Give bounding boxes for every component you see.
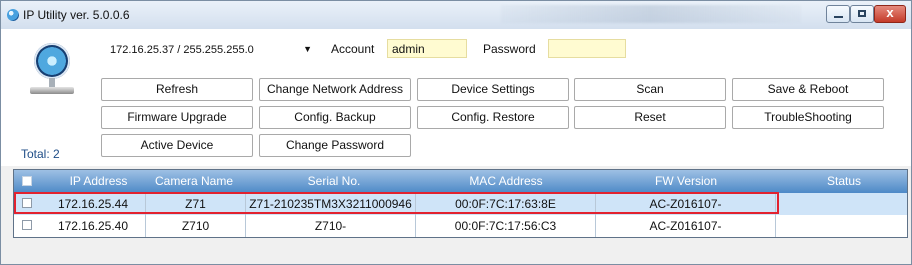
fw-version-column-header[interactable]: FW Version: [636, 174, 736, 188]
ip-address-column-header[interactable]: IP Address: [56, 174, 141, 188]
camera-name-column-header[interactable]: Camera Name: [149, 174, 239, 188]
row-checkbox[interactable]: [22, 220, 32, 230]
blurred-background-titlebar: [501, 5, 801, 23]
camera-base-icon: [30, 87, 74, 94]
close-button[interactable]: x: [874, 5, 906, 23]
password-label: Password: [483, 42, 536, 56]
device-total-count: Total: 2: [21, 147, 60, 161]
refresh-button[interactable]: Refresh: [101, 78, 253, 101]
config-backup-button[interactable]: Config. Backup: [259, 106, 411, 129]
reset-button[interactable]: Reset: [574, 106, 726, 129]
device-settings-button[interactable]: Device Settings: [417, 78, 569, 101]
network-interface-select[interactable]: 172.16.25.37 / 255.255.255.0 ▼: [103, 40, 319, 61]
change-password-button[interactable]: Change Password: [259, 134, 411, 157]
status-cell: [776, 193, 907, 215]
close-icon: x: [886, 5, 894, 20]
serial-number-column-header[interactable]: Serial No.: [279, 174, 389, 188]
firmware-upgrade-button[interactable]: Firmware Upgrade: [101, 106, 253, 129]
serial-number-cell: Z710-210235TLKWA211000271: [246, 215, 416, 237]
troubleshooting-button[interactable]: TroubleShooting: [732, 106, 884, 129]
camera-lens-icon: [34, 43, 70, 79]
fw-version-cell: AC-Z016107-B0002P89D1806C09: [596, 215, 776, 237]
ip-utility-window: IP Utility ver. 5.0.0.6 x 172.16.25.37 /…: [0, 0, 912, 265]
active-device-button[interactable]: Active Device: [101, 134, 253, 157]
selected-network-interface: 172.16.25.37 / 255.255.255.0: [110, 44, 254, 56]
minimize-button[interactable]: [826, 5, 850, 23]
window-title: IP Utility ver. 5.0.0.6: [23, 8, 130, 22]
selected-row-highlight: [14, 192, 779, 214]
mac-address-cell: 00:0F:7C:17:56:C3: [416, 215, 596, 237]
maximize-icon: [858, 10, 866, 17]
mac-address-column-header[interactable]: MAC Address: [456, 174, 556, 188]
status-cell: [776, 215, 907, 237]
camera-name-cell: Z710: [146, 215, 246, 237]
camera-icon: [30, 43, 74, 98]
scan-button[interactable]: Scan: [574, 78, 726, 101]
change-network-address-button[interactable]: Change Network Address: [259, 78, 411, 101]
ip-utility-icon: [7, 9, 19, 21]
device-table-header: IP Address Camera Name Serial No. MAC Ad…: [14, 170, 907, 193]
minimize-icon: [834, 16, 843, 18]
camera-stand-icon: [49, 78, 55, 87]
table-row[interactable]: 172.16.25.40 Z710 Z710-210235TLKWA211000…: [14, 215, 907, 237]
status-column-header[interactable]: Status: [814, 174, 874, 188]
password-input[interactable]: [548, 39, 626, 58]
chevron-down-icon: ▼: [303, 44, 312, 54]
maximize-button[interactable]: [850, 5, 874, 23]
config-restore-button[interactable]: Config. Restore: [417, 106, 569, 129]
select-all-checkbox[interactable]: [22, 176, 32, 186]
save-reboot-button[interactable]: Save & Reboot: [732, 78, 884, 101]
account-label: Account: [331, 42, 375, 56]
account-input[interactable]: admin: [387, 39, 467, 58]
title-bar: IP Utility ver. 5.0.0.6 x: [1, 1, 911, 30]
ip-address-cell: 172.16.25.40: [41, 215, 146, 237]
